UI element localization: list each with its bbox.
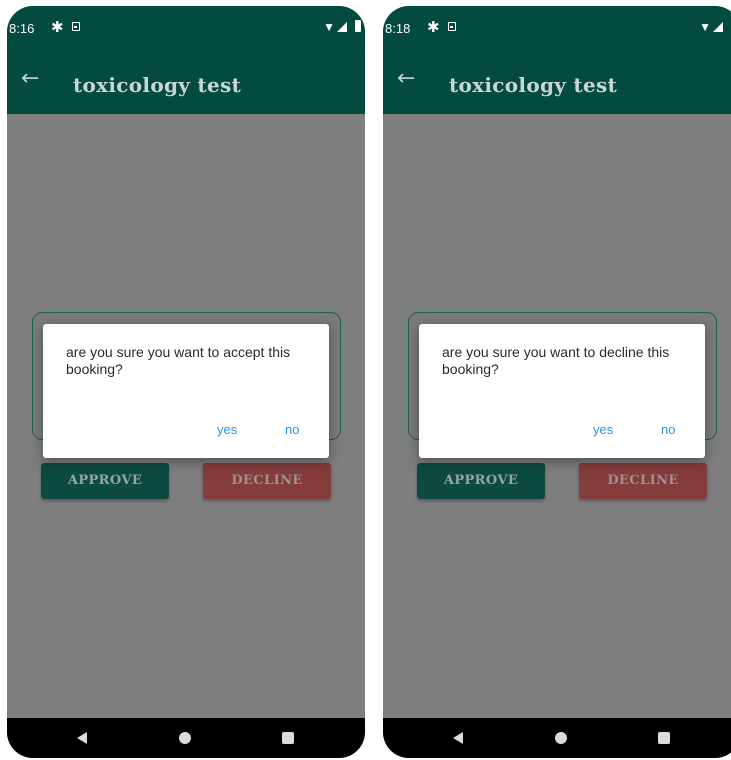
page-title: toxicology test <box>449 73 618 97</box>
gear-icon: ✱ <box>427 19 440 36</box>
nav-recents-icon[interactable] <box>658 732 670 744</box>
nav-recents-icon[interactable] <box>282 732 294 744</box>
app-bar: ← toxicology test <box>7 50 365 114</box>
back-arrow-icon[interactable]: ← <box>21 66 39 91</box>
dialog-no-button[interactable]: no <box>285 422 299 437</box>
status-time: 8:18 <box>385 21 411 36</box>
nav-back-icon[interactable] <box>453 732 463 744</box>
back-arrow-icon[interactable]: ← <box>397 66 415 91</box>
decline-button[interactable]: DECLINE <box>203 463 331 499</box>
signal-icon <box>337 22 347 32</box>
sim-icon <box>72 22 80 31</box>
phone-screen-accept: 8:16 ✱ ▼ ← toxicology test APPROVE DECLI… <box>7 6 365 758</box>
navigation-bar <box>7 718 365 758</box>
wifi-icon: ▼ <box>323 20 335 34</box>
nav-home-icon[interactable] <box>179 732 191 744</box>
status-bar: 8:18 ✱ ▼ <box>383 6 731 50</box>
decline-button[interactable]: DECLINE <box>579 463 707 499</box>
confirm-dialog: are you sure you want to accept this boo… <box>43 324 329 458</box>
status-bar: 8:16 ✱ ▼ <box>7 6 365 50</box>
page-title: toxicology test <box>73 73 242 97</box>
dialog-message: are you sure you want to accept this boo… <box>66 344 291 377</box>
dialog-yes-button[interactable]: yes <box>217 422 237 437</box>
battery-icon <box>355 20 361 32</box>
dialog-message: are you sure you want to decline this bo… <box>442 344 670 377</box>
signal-icon <box>713 22 723 32</box>
dialog-yes-button[interactable]: yes <box>593 422 613 437</box>
navigation-bar <box>383 718 731 758</box>
sim-icon <box>448 22 456 31</box>
wifi-icon: ▼ <box>699 20 711 34</box>
status-time: 8:16 <box>9 21 35 36</box>
phone-screen-decline: 8:18 ✱ ▼ ← toxicology test APPROVE DECLI… <box>383 6 731 758</box>
content-area: APPROVE DECLINE are you sure you want to… <box>383 114 731 718</box>
app-bar: ← toxicology test <box>383 50 731 114</box>
approve-button[interactable]: APPROVE <box>41 463 169 499</box>
nav-back-icon[interactable] <box>77 732 87 744</box>
approve-button[interactable]: APPROVE <box>417 463 545 499</box>
content-area: APPROVE DECLINE are you sure you want to… <box>7 114 365 718</box>
confirm-dialog: are you sure you want to decline this bo… <box>419 324 705 458</box>
nav-home-icon[interactable] <box>555 732 567 744</box>
dialog-no-button[interactable]: no <box>661 422 675 437</box>
gear-icon: ✱ <box>51 19 64 36</box>
